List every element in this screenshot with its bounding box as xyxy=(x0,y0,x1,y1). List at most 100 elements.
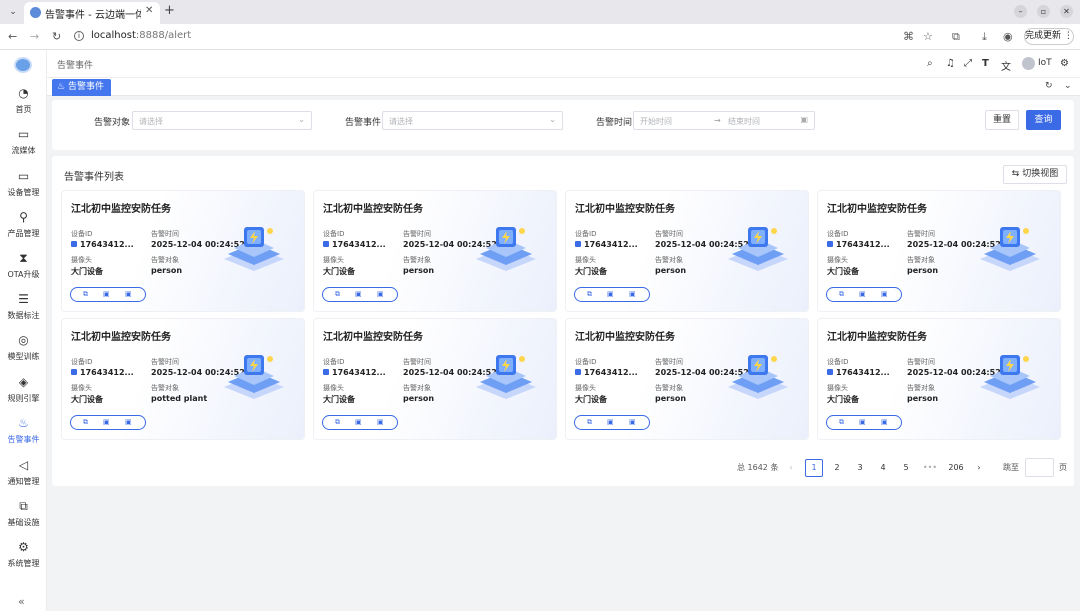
new-tab-icon[interactable]: + xyxy=(164,3,175,18)
time-start-placeholder[interactable]: 开始时间 xyxy=(640,116,672,127)
sidebar-item-system[interactable]: ⚙ 系统管理 xyxy=(0,539,47,575)
switch-view-button[interactable]: ⇆ 切换视图 xyxy=(1003,165,1067,184)
sidebar-item-home[interactable]: ◔ 首页 xyxy=(0,85,47,121)
language-icon[interactable]: 文 xyxy=(1001,58,1011,73)
alert-card[interactable]: 江北初中监控安防任务 设备ID 17643412... 告警时间 2025-12-04 … xyxy=(565,190,809,312)
sidebar-item-ota[interactable]: ⧗ OTA升级 xyxy=(0,250,47,286)
bookmark-star-icon[interactable]: ☆ xyxy=(923,30,933,43)
alert-card[interactable]: 江北初中监控安防任务 设备ID 17643412... 告警时间 2025-12-04 … xyxy=(817,190,1061,312)
close-window-icon[interactable]: ✕ xyxy=(1060,5,1073,18)
video-icon[interactable]: ▣ xyxy=(881,290,888,298)
reload-icon[interactable]: ↻ xyxy=(52,30,61,43)
image-icon[interactable]: ▣ xyxy=(607,418,614,426)
alert-object-select[interactable]: 请选择 ⌄ xyxy=(132,111,312,130)
copy-icon[interactable]: ⧉ xyxy=(587,290,592,299)
sidebar-item-notifications[interactable]: ◁ 通知管理 xyxy=(0,457,47,493)
image-icon[interactable]: ▣ xyxy=(607,290,614,298)
reset-button[interactable]: 重置 xyxy=(985,110,1019,130)
settings-icon[interactable]: ⚙ xyxy=(1060,58,1069,69)
device-id-label: 设备ID xyxy=(575,358,597,366)
tab-list-icon[interactable]: ⌄ xyxy=(6,5,20,19)
prev-page-icon[interactable]: ‹ xyxy=(782,459,800,477)
sidebar-item-rules[interactable]: ◈ 规则引擎 xyxy=(0,374,47,410)
extensions-icon[interactable]: ⧉ xyxy=(952,30,960,44)
copy-icon[interactable]: ⧉ xyxy=(839,418,844,427)
close-tab-icon[interactable]: ✕ xyxy=(145,5,153,16)
image-icon[interactable]: ▣ xyxy=(859,290,866,298)
back-icon[interactable]: ← xyxy=(8,30,17,43)
sidebar-item-devices[interactable]: ▭ 设备管理 xyxy=(0,168,47,204)
video-icon: ▭ xyxy=(17,127,30,141)
bell-icon[interactable]: ♫ xyxy=(946,58,955,69)
refresh-icon[interactable]: ↻ xyxy=(1045,81,1053,91)
copy-icon[interactable]: ⧉ xyxy=(839,290,844,299)
logo-icon[interactable] xyxy=(14,57,32,73)
laptop-icon: ▭ xyxy=(17,169,30,183)
browser-tab[interactable]: 告警事件 - 云边端一体化 ✕ xyxy=(24,2,160,24)
video-icon[interactable]: ▣ xyxy=(629,290,636,298)
page-4[interactable]: 4 xyxy=(874,459,892,477)
video-icon[interactable]: ▣ xyxy=(125,418,132,426)
page-last[interactable]: 206 xyxy=(945,459,967,477)
sidebar-item-products[interactable]: ⚲ 产品管理 xyxy=(0,209,47,245)
sidebar-item-label: 设备管理 xyxy=(7,188,40,197)
next-page-icon[interactable]: › xyxy=(970,459,988,477)
device-id-value: 17643412... xyxy=(827,240,890,249)
tab-alerts[interactable]: ♨ 告警事件 xyxy=(52,79,111,96)
download-icon[interactable]: ⤓ xyxy=(982,30,987,44)
collapse-sidebar-icon[interactable]: « xyxy=(18,595,25,608)
sidebar-item-alerts[interactable]: ♨ 告警事件 xyxy=(0,415,47,451)
forward-icon[interactable]: → xyxy=(30,30,39,43)
translate-icon[interactable]: ⌘ xyxy=(903,30,914,43)
video-icon[interactable]: ▣ xyxy=(881,418,888,426)
alert-card[interactable]: 江北初中监控安防任务 设备ID 17643412... 告警时间 2025-12-04 … xyxy=(313,190,557,312)
copy-icon[interactable]: ⧉ xyxy=(587,418,592,427)
chevron-down-icon[interactable]: ⌄ xyxy=(1064,81,1072,91)
video-icon[interactable]: ▣ xyxy=(125,290,132,298)
alarm-illustration-icon xyxy=(980,227,1040,271)
copy-icon[interactable]: ⧉ xyxy=(335,418,340,427)
image-icon[interactable]: ▣ xyxy=(103,290,110,298)
sidebar-item-labeling[interactable]: ☰ 数据标注 xyxy=(0,291,47,327)
sidebar-item-infrastructure[interactable]: ⧉ 基础设施 xyxy=(0,498,47,534)
page-2[interactable]: 2 xyxy=(828,459,846,477)
page-3[interactable]: 3 xyxy=(851,459,869,477)
image-icon[interactable]: ▣ xyxy=(355,418,362,426)
page-1[interactable]: 1 xyxy=(805,459,823,477)
site-info-icon[interactable]: i xyxy=(74,31,84,41)
profile-icon[interactable]: ◉ xyxy=(1003,30,1013,43)
image-icon[interactable]: ▣ xyxy=(355,290,362,298)
alert-card[interactable]: 江北初中监控安防任务 设备ID 17643412... 告警时间 2025-12-04 … xyxy=(313,318,557,440)
alert-card[interactable]: 江北初中监控安防任务 设备ID 17643412... 告警时间 2025-12-04 … xyxy=(817,318,1061,440)
maximize-icon[interactable]: ▫ xyxy=(1037,5,1050,18)
search-icon[interactable]: ⌕ xyxy=(927,58,933,69)
copy-icon[interactable]: ⧉ xyxy=(83,290,88,299)
copy-icon[interactable]: ⧉ xyxy=(335,290,340,299)
device-id-text: 17643412... xyxy=(80,368,134,377)
video-icon[interactable]: ▣ xyxy=(629,418,636,426)
sidebar-item-streaming[interactable]: ▭ 流媒体 xyxy=(0,126,47,162)
minimize-icon[interactable]: – xyxy=(1014,5,1027,18)
url-field[interactable]: localhost:8888/alert xyxy=(91,30,191,41)
time-end-placeholder[interactable]: 结束时间 xyxy=(728,116,760,127)
video-icon[interactable]: ▣ xyxy=(377,418,384,426)
user-name[interactable]: IoT xyxy=(1038,58,1052,68)
avatar[interactable] xyxy=(1022,57,1035,70)
page-ellipsis[interactable]: ••• xyxy=(921,459,939,477)
alert-time-range[interactable]: 开始时间 → 结束时间 ▣ xyxy=(633,111,815,130)
alert-card[interactable]: 江北初中监控安防任务 设备ID 17643412... 告警时间 2025-12-04 … xyxy=(565,318,809,440)
copy-icon[interactable]: ⧉ xyxy=(83,418,88,427)
video-icon[interactable]: ▣ xyxy=(377,290,384,298)
alert-card[interactable]: 江北初中监控安防任务 设备ID 17643412... 告警时间 2025-12-04 … xyxy=(61,190,305,312)
image-icon[interactable]: ▣ xyxy=(859,418,866,426)
alert-event-select[interactable]: 请选择 ⌄ xyxy=(382,111,563,130)
page-5[interactable]: 5 xyxy=(897,459,915,477)
sidebar-item-training[interactable]: ◎ 模型训练 xyxy=(0,332,47,368)
query-button[interactable]: 查询 xyxy=(1026,110,1061,130)
alert-card[interactable]: 江北初中监控安防任务 设备ID 17643412... 告警时间 2025-12-04 … xyxy=(61,318,305,440)
fullscreen-icon[interactable]: ⤢ xyxy=(964,58,972,69)
goto-page-input[interactable] xyxy=(1025,458,1054,477)
image-icon[interactable]: ▣ xyxy=(103,418,110,426)
font-size-icon[interactable]: T xyxy=(982,58,989,69)
update-button[interactable]: 完成更新 ⋮ xyxy=(1024,28,1074,45)
